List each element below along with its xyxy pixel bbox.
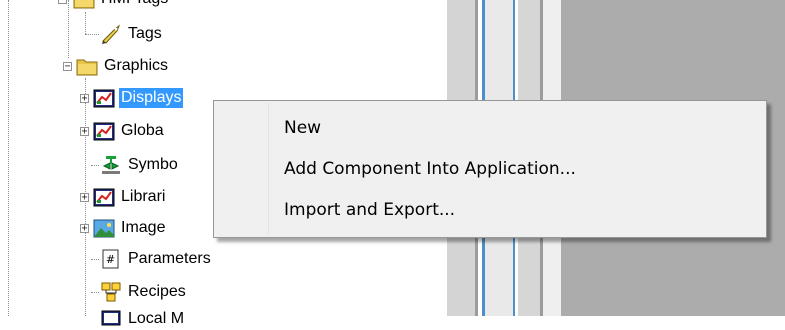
tree-branch-line xyxy=(91,165,99,166)
menu-item-add-component[interactable]: Add Component Into Application... xyxy=(218,152,762,186)
tree-item-symbol-factory[interactable]: Symbo xyxy=(100,154,180,176)
display-icon xyxy=(93,122,115,141)
messages-icon xyxy=(101,310,121,326)
tree-item-label: Recipes xyxy=(128,283,186,300)
tree-item-images[interactable]: + Image xyxy=(80,217,167,239)
tree-item-label: Image xyxy=(121,219,166,236)
tree-item-label: Globa xyxy=(121,122,164,139)
tree-item-global-objects[interactable]: + Globa xyxy=(80,120,166,142)
expand-icon[interactable]: + xyxy=(80,93,89,103)
tree-item-label: Symbo xyxy=(128,156,178,173)
folder-icon xyxy=(73,0,95,9)
display-icon xyxy=(93,89,115,108)
symbol-valve-icon xyxy=(102,156,120,174)
tree-item-label: Local M xyxy=(128,310,185,327)
menu-item-label: New xyxy=(284,118,322,138)
tree-item-label: HMI Tags xyxy=(99,0,170,9)
tree-branch-line xyxy=(91,259,99,260)
tree-item-hmi-tags[interactable]: − HMI Tags xyxy=(58,0,170,10)
tags-icon xyxy=(102,24,121,44)
svg-text:#: # xyxy=(106,253,115,266)
tree-item-libraries[interactable]: + Librari xyxy=(80,186,167,208)
parameters-icon: # xyxy=(102,249,119,269)
tree-item-label: Parameters xyxy=(128,250,211,267)
tree-branch-line xyxy=(91,292,99,293)
image-icon xyxy=(93,219,115,238)
tree-item-label: Graphics xyxy=(104,57,169,74)
expand-icon[interactable]: + xyxy=(80,126,89,136)
expand-icon[interactable]: + xyxy=(80,192,89,202)
context-menu: New Add Component Into Application... Im… xyxy=(213,100,767,238)
menu-item-label: Add Component Into Application... xyxy=(284,159,576,179)
menu-item-label: Import and Export... xyxy=(284,200,456,220)
tree-item-parameters[interactable]: # Parameters xyxy=(100,248,213,270)
recipes-icon xyxy=(101,282,121,302)
tree-item-label: Tags xyxy=(128,25,162,42)
tree-root-line xyxy=(8,0,9,316)
tree-item-displays[interactable]: + Displays xyxy=(80,87,184,109)
tree-item-tags[interactable]: Tags xyxy=(100,23,164,45)
expand-icon[interactable]: + xyxy=(80,223,89,233)
display-icon xyxy=(93,188,115,207)
menu-item-import-export[interactable]: Import and Export... xyxy=(218,193,762,227)
tree-item-local-messages[interactable]: Local M xyxy=(100,308,186,330)
folder-icon xyxy=(76,59,98,76)
tree-branch-line xyxy=(85,12,86,34)
tree-item-recipes[interactable]: Recipes xyxy=(100,281,188,303)
tree-item-graphics[interactable]: − Graphics xyxy=(63,55,170,77)
collapse-icon[interactable]: − xyxy=(63,61,72,71)
collapse-icon[interactable]: − xyxy=(58,0,67,4)
tree-item-label: Librari xyxy=(121,188,166,205)
tree-item-label: Displays xyxy=(119,88,184,108)
tree-branch-line xyxy=(85,34,99,35)
menu-item-new[interactable]: New xyxy=(218,111,762,145)
